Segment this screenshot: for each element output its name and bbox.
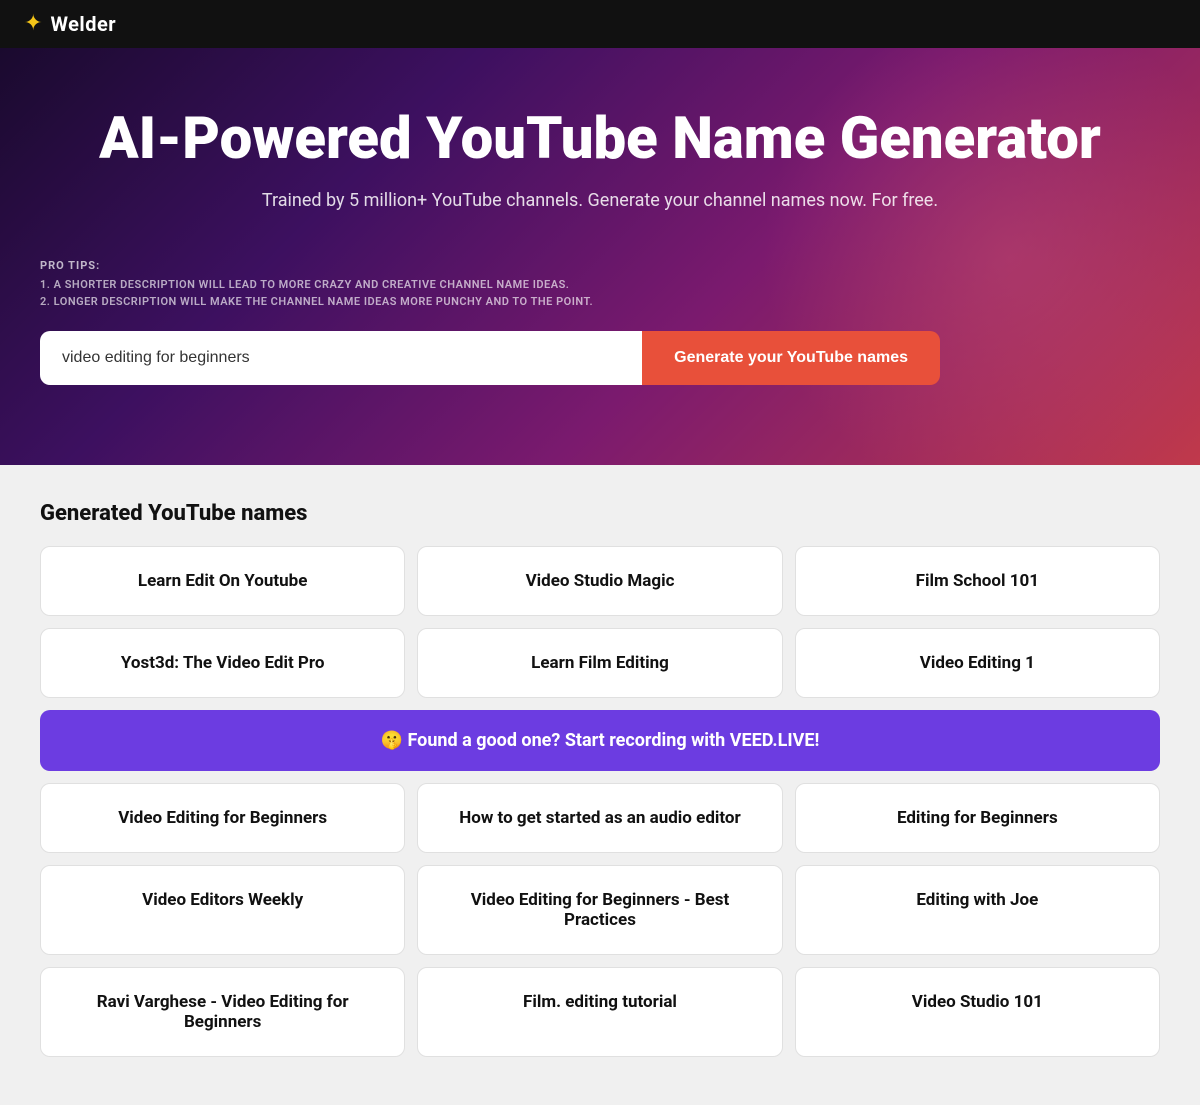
pro-tips: PRO TIPS: 1. A SHORTER DESCRIPTION WILL … [40, 259, 1160, 311]
name-card[interactable]: Ravi Varghese - Video Editing for Beginn… [40, 967, 405, 1057]
name-card[interactable]: Learn Film Editing [417, 628, 782, 698]
results-title: Generated YouTube names [40, 501, 1160, 526]
name-card[interactable]: Learn Edit On Youtube [40, 546, 405, 616]
cta-banner[interactable]: 🤫 Found a good one? Start recording with… [40, 710, 1160, 771]
logo: ✦ Welder [24, 12, 116, 36]
logo-icon: ✦ [24, 13, 42, 35]
hero-title: AI-Powered YouTube Name Generator [40, 108, 1160, 172]
name-card[interactable]: Video Editors Weekly [40, 865, 405, 955]
generate-button[interactable]: Generate your YouTube names [642, 331, 940, 385]
names-grid: Learn Edit On YoutubeVideo Studio MagicF… [40, 546, 1160, 1057]
name-card[interactable]: Video Studio 101 [795, 967, 1160, 1057]
pro-tip-1: 1. A SHORTER DESCRIPTION WILL LEAD TO MO… [40, 276, 1160, 294]
name-card[interactable]: Video Editing for Beginners - Best Pract… [417, 865, 782, 955]
name-card[interactable]: Video Editing 1 [795, 628, 1160, 698]
hero-subtitle: Trained by 5 million+ YouTube channels. … [40, 190, 1160, 211]
hero-section: AI-Powered YouTube Name Generator Traine… [0, 48, 1200, 465]
name-card[interactable]: How to get started as an audio editor [417, 783, 782, 853]
logo-text: Welder [50, 12, 116, 36]
name-card[interactable]: Yost3d: The Video Edit Pro [40, 628, 405, 698]
name-card[interactable]: Film School 101 [795, 546, 1160, 616]
name-card[interactable]: Video Editing for Beginners [40, 783, 405, 853]
name-card[interactable]: Film. editing tutorial [417, 967, 782, 1057]
pro-tip-2: 2. LONGER DESCRIPTION WILL MAKE THE CHAN… [40, 293, 1160, 311]
name-card[interactable]: Editing for Beginners [795, 783, 1160, 853]
search-input[interactable] [40, 331, 642, 385]
results-section: Generated YouTube names Learn Edit On Yo… [0, 465, 1200, 1105]
search-row: Generate your YouTube names [40, 331, 940, 385]
name-card[interactable]: Editing with Joe [795, 865, 1160, 955]
header: ✦ Welder [0, 0, 1200, 48]
pro-tips-label: PRO TIPS: [40, 259, 1160, 272]
name-card[interactable]: Video Studio Magic [417, 546, 782, 616]
